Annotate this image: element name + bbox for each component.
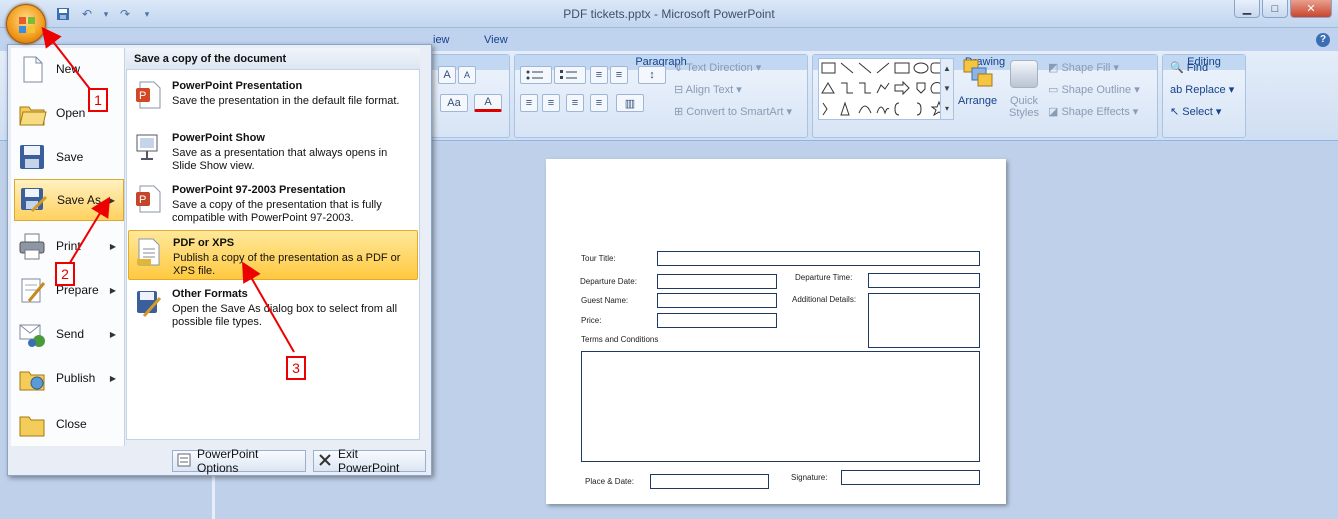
callout-2: 2 <box>55 262 75 286</box>
annotation-arrows <box>41 26 295 353</box>
callout-1: 1 <box>88 88 108 112</box>
callout-3: 3 <box>286 356 306 380</box>
